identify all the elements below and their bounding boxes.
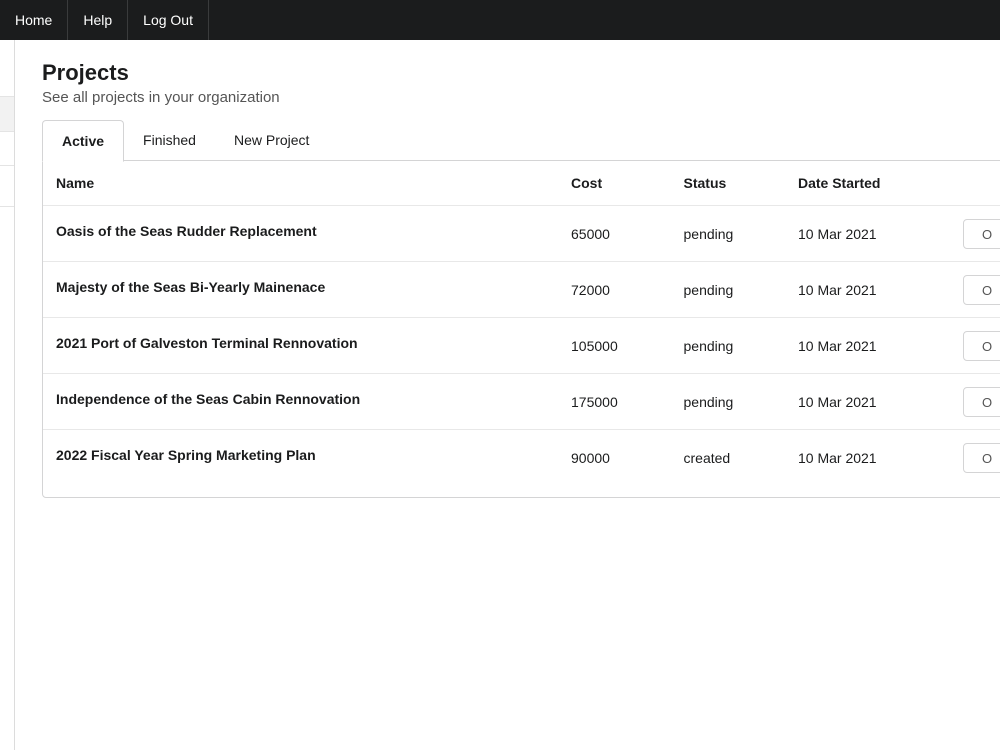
sidebar-item[interactable] <box>0 131 14 166</box>
page-title: Projects <box>42 60 129 85</box>
row-date: 10 Mar 2021 <box>784 205 950 262</box>
table-row: Oasis of the Seas Rudder Replacement 650… <box>43 205 1000 262</box>
table-row: Majesty of the Seas Bi-Yearly Mainenace … <box>43 261 1000 318</box>
row-cost: 65000 <box>558 205 671 262</box>
projects-panel: Name Cost Status Date Started Oasis of t… <box>42 160 1000 498</box>
row-action-cell: O <box>950 373 1000 430</box>
table-header-row: Name Cost Status Date Started <box>43 161 1000 206</box>
header-actions <box>950 161 1000 206</box>
open-button[interactable]: O <box>963 442 1000 473</box>
row-status: pending <box>670 317 785 374</box>
table-row: Independence of the Seas Cabin Rennovati… <box>43 373 1000 430</box>
sidebar-item[interactable] <box>0 166 14 207</box>
row-date: 10 Mar 2021 <box>784 317 950 374</box>
open-button[interactable]: O <box>963 218 1000 249</box>
open-button[interactable]: O <box>963 330 1000 361</box>
row-action-cell: O <box>950 261 1000 318</box>
row-name: Majesty of the Seas Bi-Yearly Mainenace <box>43 261 559 318</box>
header-date-started: Date Started <box>784 161 950 206</box>
row-cost: 72000 <box>558 261 671 318</box>
tab-finished[interactable]: Finished <box>124 120 215 160</box>
row-cost: 175000 <box>558 373 671 430</box>
header-name: Name <box>43 161 559 206</box>
tab-active[interactable]: Active <box>42 120 125 162</box>
sidebar-item-active[interactable] <box>0 96 14 132</box>
open-button[interactable]: O <box>963 386 1000 417</box>
projects-table: Name Cost Status Date Started Oasis of t… <box>43 161 1000 485</box>
row-date: 10 Mar 2021 <box>797 449 877 466</box>
row-status: pending <box>670 261 785 318</box>
table-row: 2021 Port of Galveston Terminal Rennovat… <box>43 317 1000 374</box>
row-status: created <box>683 449 731 466</box>
row-cost: 90000 <box>571 449 610 466</box>
row-name: Independence of the Seas Cabin Rennovati… <box>43 373 559 430</box>
row-action-cell: O <box>950 205 1000 262</box>
row-status: pending <box>670 205 785 262</box>
row-cost: 105000 <box>558 317 671 374</box>
row-date: 10 Mar 2021 <box>784 261 950 318</box>
project-tabs: Active Finished New Project <box>42 120 328 162</box>
tab-new-project[interactable]: New Project <box>215 120 328 160</box>
table-row: 2022 Fiscal Year Spring Marketing Plan 9… <box>43 430 1000 486</box>
header-status: Status <box>670 161 785 206</box>
header-cost: Cost <box>558 161 671 206</box>
row-date: 10 Mar 2021 <box>784 373 950 430</box>
nav-home[interactable]: Home <box>0 0 69 40</box>
top-nav-bar: Home Help Log Out <box>0 0 1000 40</box>
row-action-cell: O <box>950 317 1000 374</box>
row-name: Oasis of the Seas Rudder Replacement <box>43 205 559 262</box>
sidebar <box>0 40 15 750</box>
row-name: 2021 Port of Galveston Terminal Rennovat… <box>43 317 559 374</box>
row-action-cell: O <box>950 430 1000 486</box>
nav-logout[interactable]: Log Out <box>128 0 209 40</box>
row-status: pending <box>670 373 785 430</box>
row-name: 2022 Fiscal Year Spring Marketing Plan <box>56 447 316 463</box>
open-button[interactable]: O <box>963 274 1000 305</box>
page-subtitle: See all projects in your organization <box>42 89 280 106</box>
nav-help[interactable]: Help <box>68 0 129 40</box>
